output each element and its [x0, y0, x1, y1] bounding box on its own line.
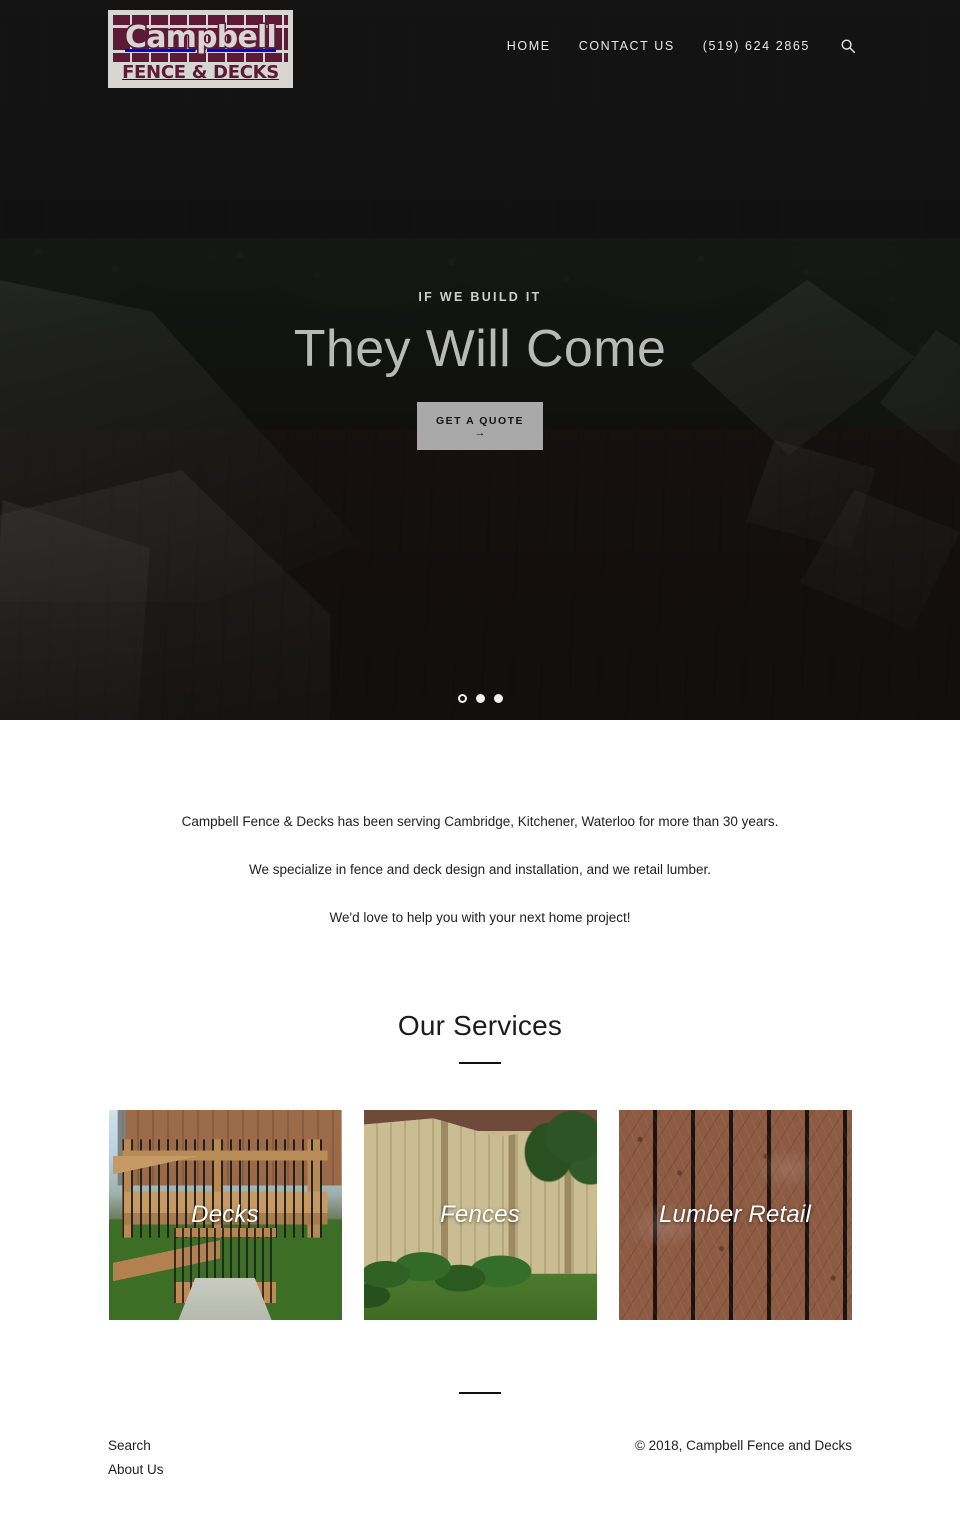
footer-link-about-us[interactable]: About Us — [108, 1460, 164, 1479]
get-a-quote-button[interactable]: GET A QUOTE → — [417, 402, 543, 450]
arrow-right-icon: → — [474, 426, 486, 439]
services-title: Our Services — [397, 1010, 563, 1041]
nav-item-phone[interactable]: (519) 624 2865 — [703, 39, 810, 53]
intro-section: Campbell Fence & Decks has been serving … — [0, 720, 960, 928]
footer-link-list: Search About Us — [108, 1436, 164, 1479]
intro-paragraph-2: We specialize in fence and deck design a… — [248, 862, 712, 877]
service-card-label: Lumber Retail — [658, 1201, 811, 1228]
nav-item-contact-us[interactable]: CONTACT US — [579, 39, 675, 53]
fences-image-foliage — [517, 1110, 597, 1199]
nav-item-home[interactable]: HOME — [507, 39, 551, 53]
carousel-dot-1[interactable] — [457, 694, 467, 703]
logo-subtitle-band: FENCE & DECKS — [113, 61, 288, 84]
hero-eyebrow: IF WE BUILD IT — [418, 290, 542, 304]
fences-image-plants — [363, 1244, 539, 1320]
logo-wordmark: Campbell — [124, 20, 279, 56]
site-logo[interactable]: Campbell FENCE & DECKS — [108, 10, 293, 88]
logo-picket-panel: Campbell — [113, 15, 288, 62]
services-divider — [459, 1062, 501, 1064]
service-card-lumber-retail[interactable]: Lumber Retail — [618, 1110, 852, 1320]
carousel-pagination — [0, 694, 960, 703]
hero-content: IF WE BUILD IT They Will Come GET A QUOT… — [0, 0, 960, 720]
site-header: Campbell FENCE & DECKS HOME CONTACT US (… — [0, 0, 960, 96]
service-card-decks[interactable]: Decks — [108, 1110, 342, 1320]
carousel-dot-3[interactable] — [493, 694, 503, 703]
service-card-fences[interactable]: Fences — [363, 1110, 597, 1320]
primary-navigation: HOME CONTACT US (519) 624 2865 — [507, 38, 856, 54]
get-a-quote-label: GET A QUOTE — [435, 414, 525, 427]
service-card-label: Fences — [440, 1201, 520, 1228]
intro-paragraph-1: Campbell Fence & Decks has been serving … — [181, 814, 779, 829]
hero-title: They Will Come — [293, 320, 667, 378]
page-root: Campbell FENCE & DECKS HOME CONTACT US (… — [0, 0, 960, 1519]
hero-section: Campbell FENCE & DECKS HOME CONTACT US (… — [0, 0, 960, 720]
carousel-dot-2[interactable] — [475, 694, 485, 703]
footer-divider — [459, 1392, 501, 1394]
logo-subtitle: FENCE & DECKS — [122, 61, 279, 83]
search-icon[interactable] — [840, 38, 856, 54]
footer-copyright: © 2018, Campbell Fence and Decks — [634, 1438, 852, 1453]
services-section: Our Services Decks Fences Lumber Retail — [0, 956, 960, 1320]
services-card-grid: Decks Fences Lumber Retail — [0, 1110, 960, 1320]
site-footer: Search About Us © 2018, Campbell Fence a… — [0, 1436, 960, 1519]
service-card-label: Decks — [191, 1201, 259, 1228]
intro-paragraph-3: We'd love to help you with your next hom… — [329, 910, 631, 925]
footer-link-search[interactable]: Search — [108, 1436, 164, 1455]
